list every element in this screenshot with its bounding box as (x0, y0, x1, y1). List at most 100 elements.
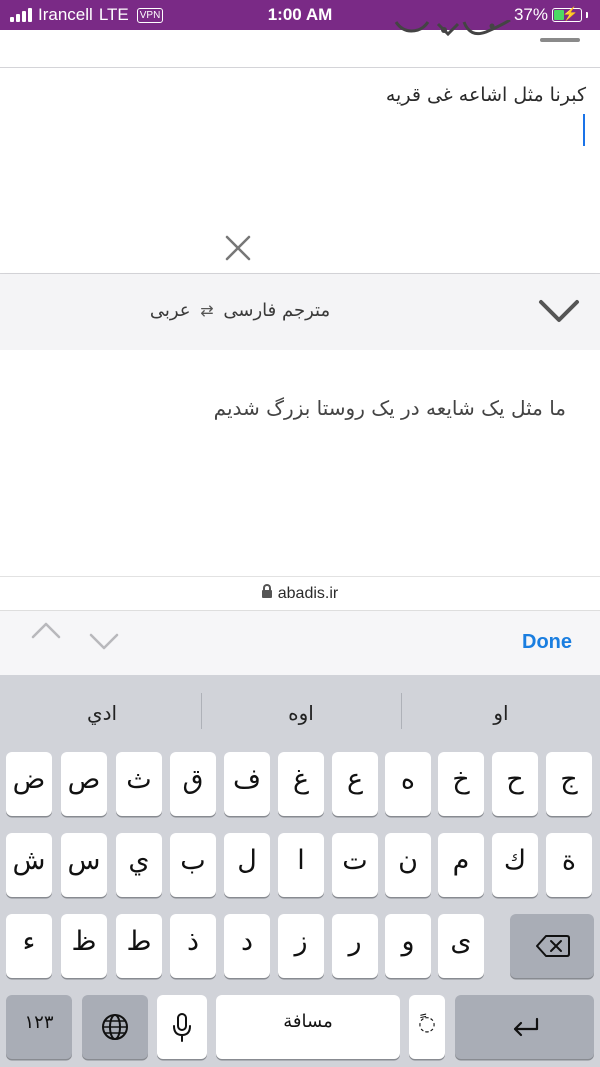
source-text-area[interactable]: کبرنا مثل اشاعه غی قریه (0, 68, 600, 274)
suggestion-2[interactable]: اوه (202, 693, 400, 735)
key[interactable]: ة (546, 833, 592, 897)
key[interactable]: خ (438, 752, 484, 816)
key-label: ت (342, 845, 368, 876)
chevron-down-icon[interactable] (88, 632, 120, 652)
key-label: د (240, 926, 254, 957)
url-text: abadis.ir (277, 585, 339, 602)
key[interactable]: ط (116, 914, 162, 978)
microphone-icon (173, 1013, 191, 1042)
key-label: ع (346, 764, 364, 795)
key[interactable]: ش (6, 833, 52, 897)
key-label: ظ (71, 926, 97, 957)
text-caret (583, 114, 585, 146)
backspace-button[interactable] (510, 914, 594, 978)
key[interactable]: ا (278, 833, 324, 897)
key-label: ً◌ (418, 1011, 436, 1035)
site-logo (394, 20, 511, 37)
lock-icon (261, 584, 272, 598)
key-label: ف (233, 764, 261, 795)
key-label: ة (561, 845, 577, 876)
key[interactable]: ه (385, 752, 431, 816)
menu-icon[interactable] (540, 38, 580, 42)
source-text[interactable]: کبرنا مثل اشاعه غی قریه (386, 84, 586, 106)
swap-arrows-icon[interactable]: ⇄ (200, 301, 213, 320)
chevron-down-icon[interactable] (537, 296, 581, 326)
translator-title: مترجم (282, 300, 331, 321)
key-label: ن (398, 845, 418, 876)
key-label: ل (237, 845, 257, 876)
key-label: ش (12, 845, 46, 876)
backspace-icon (536, 935, 570, 957)
source-language: فارسی (223, 300, 277, 321)
key[interactable]: ف (224, 752, 270, 816)
translation-result: ما مثل یک شایعه در یک روستا بزرگ شدیم (0, 350, 600, 576)
done-button[interactable]: Done (522, 631, 572, 654)
key[interactable]: د (224, 914, 270, 978)
language-pair-label[interactable]: مترجم فارسی ⇄ عربی (0, 300, 480, 321)
key[interactable]: ب (170, 833, 216, 897)
numbers-key[interactable]: ١٢٣ (6, 995, 72, 1059)
key[interactable]: ذ (170, 914, 216, 978)
key-label: ث (126, 764, 152, 795)
key[interactable]: ن (385, 833, 431, 897)
key[interactable]: س (61, 833, 107, 897)
key-label: ا (297, 845, 305, 876)
return-icon (513, 1017, 539, 1037)
key[interactable]: ح (492, 752, 538, 816)
result-text: ما مثل یک شایعه در یک روستا بزرگ شدیم (213, 396, 566, 420)
charging-bolt-icon: ⚡ (562, 6, 579, 21)
return-button[interactable] (455, 995, 594, 1059)
key[interactable]: ض (6, 752, 52, 816)
key-label: مسافة (283, 1011, 333, 1032)
key[interactable]: ر (332, 914, 378, 978)
key-label: ح (506, 764, 524, 795)
diacritic-key[interactable]: ً◌ (409, 995, 445, 1059)
key[interactable]: ى (438, 914, 484, 978)
key[interactable]: ل (224, 833, 270, 897)
key-label: م (452, 845, 470, 876)
key-label: ذ (186, 926, 200, 957)
key[interactable]: ك (492, 833, 538, 897)
key-label: ض (12, 764, 46, 795)
key[interactable]: ث (116, 752, 162, 816)
key[interactable]: ع (332, 752, 378, 816)
url-display[interactable]: abadis.ir (0, 584, 600, 603)
key-label: خ (452, 764, 470, 795)
key-label: غ (292, 764, 310, 795)
battery-tip (586, 12, 588, 18)
key-label: ء (22, 926, 36, 957)
suggestion-1[interactable]: ادي (3, 693, 201, 735)
key-label: ج (560, 764, 578, 795)
key[interactable]: ت (332, 833, 378, 897)
key-label: ي (128, 845, 150, 876)
key[interactable]: ظ (61, 914, 107, 978)
key[interactable]: و (385, 914, 431, 978)
key-label: ١٢٣ (24, 1012, 54, 1033)
browser-url-bar[interactable]: abadis.ir (0, 576, 600, 611)
target-language: عربی (149, 300, 191, 321)
key-label: ط (126, 926, 152, 957)
key-label: ر (348, 926, 362, 957)
key[interactable]: ق (170, 752, 216, 816)
key[interactable]: غ (278, 752, 324, 816)
globe-button[interactable] (82, 995, 148, 1059)
key-label: ه (400, 764, 416, 795)
key-label: ص (67, 764, 101, 795)
status-right: 37% ⚡ (514, 5, 588, 25)
space-key[interactable]: مسافة (216, 995, 400, 1059)
key[interactable]: ء (6, 914, 52, 978)
key[interactable]: ز (278, 914, 324, 978)
chevron-up-icon[interactable] (30, 620, 62, 640)
key[interactable]: ي (116, 833, 162, 897)
language-bar[interactable]: مترجم فارسی ⇄ عربی (0, 274, 600, 350)
key[interactable]: م (438, 833, 484, 897)
battery-icon: ⚡ (552, 6, 582, 22)
key[interactable]: ص (61, 752, 107, 816)
suggestion-3[interactable]: او (402, 693, 600, 735)
dictation-button[interactable] (157, 995, 207, 1059)
clear-icon[interactable] (222, 232, 254, 264)
key-label: س (67, 845, 101, 876)
globe-icon (102, 1014, 128, 1040)
key[interactable]: ج (546, 752, 592, 816)
key-label: ز (294, 926, 308, 957)
